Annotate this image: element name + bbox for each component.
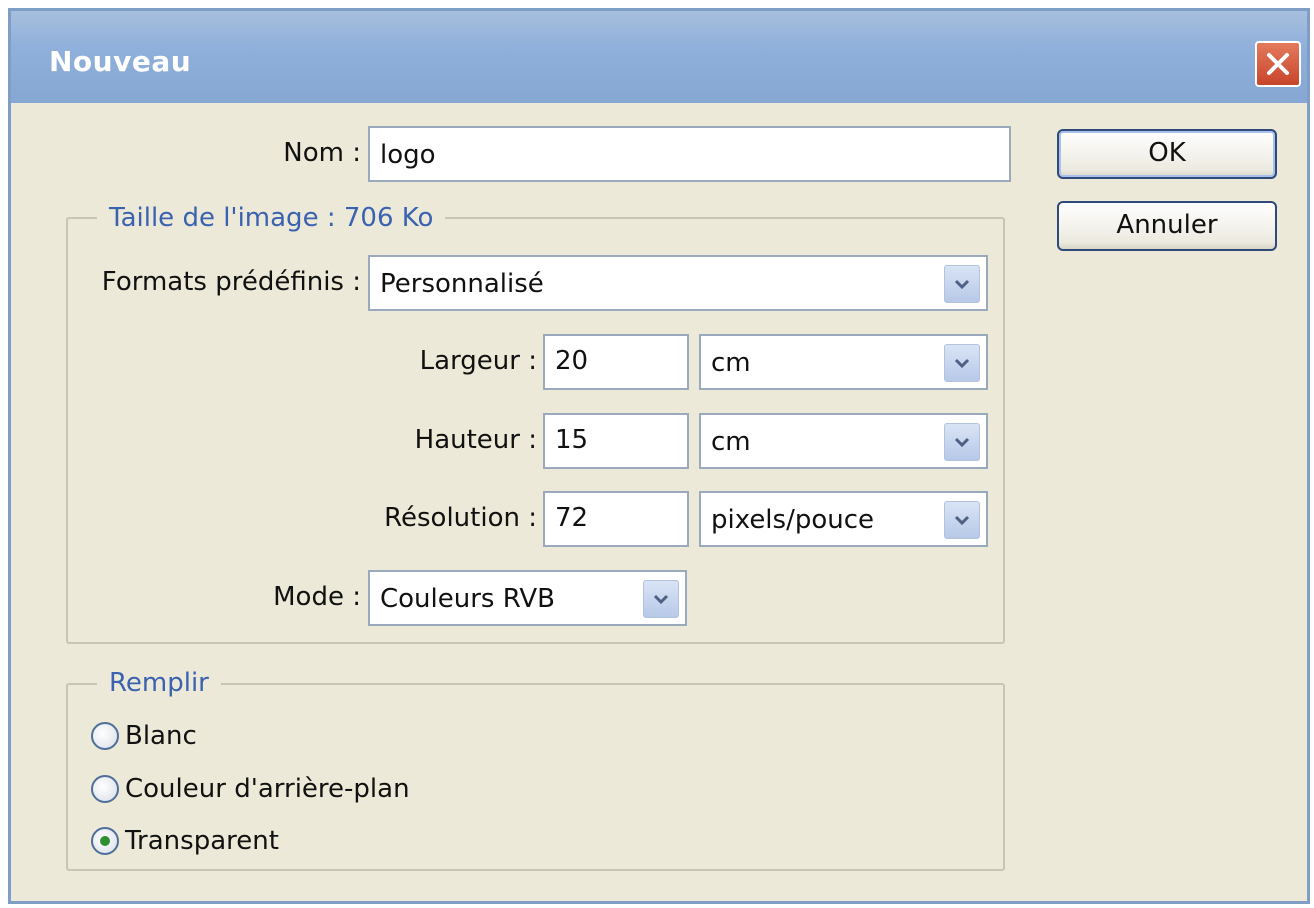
mode-value: Couleurs RVB	[380, 584, 556, 614]
name-input[interactable]: logo	[368, 126, 1011, 182]
chevron-down-icon[interactable]	[944, 344, 980, 382]
width-unit-value: cm	[711, 348, 751, 378]
height-label: Hauteur :	[414, 425, 537, 455]
resolution-input[interactable]: 72	[543, 491, 689, 547]
dialog-title: Nouveau	[49, 45, 192, 78]
name-label: Nom :	[283, 138, 361, 168]
ok-button[interactable]: OK	[1057, 129, 1277, 179]
radio-button[interactable]	[91, 827, 119, 855]
fill-option-background-color[interactable]: Couleur d'arrière-plan	[91, 769, 410, 809]
height-unit-value: cm	[711, 427, 751, 457]
resolution-unit-value: pixels/pouce	[711, 505, 875, 535]
chevron-down-icon[interactable]	[944, 501, 980, 539]
fill-option-label: Transparent	[125, 826, 279, 856]
mode-label: Mode :	[273, 582, 361, 612]
height-input[interactable]: 15	[543, 413, 689, 469]
fill-option-label: Couleur d'arrière-plan	[125, 774, 410, 804]
fill-legend: Remplir	[97, 668, 221, 698]
mode-select[interactable]: Couleurs RVB	[368, 570, 687, 626]
close-icon	[1267, 53, 1289, 75]
close-button[interactable]	[1255, 41, 1301, 87]
preset-label: Formats prédéfinis :	[101, 267, 361, 297]
image-size-legend: Taille de l'image : 706 Ko	[97, 203, 446, 233]
radio-dot	[100, 836, 110, 846]
radio-button[interactable]	[91, 775, 119, 803]
chevron-down-icon[interactable]	[944, 423, 980, 461]
radio-button[interactable]	[91, 722, 119, 750]
resolution-label: Résolution :	[384, 503, 537, 533]
new-document-dialog: Nouveau Nom : logo OK Annuler Taille de …	[8, 8, 1310, 904]
fill-option-label: Blanc	[125, 721, 197, 751]
height-unit-select[interactable]: cm	[699, 413, 988, 469]
image-size-label: Taille de l'image :	[109, 203, 336, 233]
chevron-down-icon[interactable]	[944, 265, 980, 303]
fill-option-transparent[interactable]: Transparent	[91, 821, 279, 861]
preset-select[interactable]: Personnalisé	[368, 255, 988, 311]
image-size-value: 706 Ko	[343, 203, 434, 233]
dialog-content: Nom : logo OK Annuler Taille de l'image …	[11, 103, 1307, 901]
resolution-unit-select[interactable]: pixels/pouce	[699, 491, 988, 547]
chevron-down-icon[interactable]	[643, 580, 679, 618]
width-unit-select[interactable]: cm	[699, 334, 988, 390]
preset-value: Personnalisé	[380, 269, 544, 299]
width-label: Largeur :	[419, 346, 537, 376]
title-bar[interactable]: Nouveau	[8, 8, 1310, 103]
width-input[interactable]: 20	[543, 334, 689, 390]
fill-option-white[interactable]: Blanc	[91, 716, 197, 756]
cancel-button[interactable]: Annuler	[1057, 201, 1277, 251]
